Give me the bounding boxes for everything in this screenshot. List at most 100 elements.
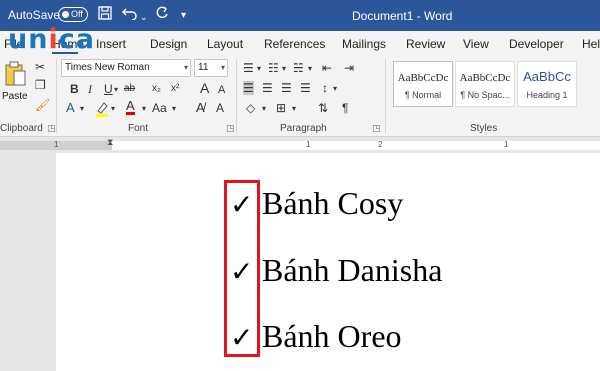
style-no-spacing[interactable]: AaBbCcDc ¶ No Spac... [455, 61, 515, 107]
cut-icon[interactable]: ✂ [35, 60, 45, 74]
styles-group-label: Styles [470, 123, 498, 134]
chevron-down-icon: ▾ [220, 63, 225, 72]
subscript-button[interactable]: x₂ [152, 82, 161, 96]
autosave-label: AutoSave [8, 8, 61, 22]
list-item: ✓ Bánh Danisha [230, 250, 442, 293]
tab-developer[interactable]: Developer [509, 37, 564, 51]
clear-formatting-icon[interactable]: A̸ [196, 101, 205, 115]
chevron-down-icon[interactable]: ▾ [308, 62, 312, 76]
font-size-select[interactable]: 11 ▾ [194, 59, 228, 77]
grow-font-button[interactable]: A [200, 81, 209, 95]
underline-dropdown-icon[interactable]: ▾ [114, 83, 118, 97]
font-name-select[interactable]: Times New Roman ▾ [61, 59, 191, 77]
indent-marker-icon[interactable]: ⧗ [107, 137, 113, 148]
style-sample: AaBbCc [523, 69, 571, 84]
chevron-down-icon[interactable]: ▾ [333, 82, 337, 96]
paragraph-group-label: Paragraph [280, 123, 327, 134]
save-icon[interactable] [98, 6, 112, 23]
tab-help[interactable]: Help [582, 37, 600, 51]
chevron-down-icon[interactable]: ▾ [80, 102, 84, 116]
italic-button[interactable]: I [88, 82, 92, 96]
ruler-strip [112, 141, 600, 150]
shrink-font-button[interactable]: A [218, 83, 225, 97]
superscript-button[interactable]: x² [171, 82, 179, 96]
redo-icon[interactable] [155, 6, 169, 23]
ruler-number: 1 [306, 140, 311, 149]
font-size-value: 11 [198, 62, 209, 73]
list-item-text: Bánh Oreo [262, 318, 402, 354]
font-color-icon[interactable]: A [126, 99, 135, 115]
underline-button[interactable]: U [104, 82, 113, 96]
group-separator [385, 59, 386, 133]
chevron-down-icon: ▾ [183, 63, 188, 72]
toggle-knob [62, 11, 69, 18]
line-spacing-icon[interactable]: ↕ [322, 81, 328, 95]
chevron-down-icon[interactable]: ▾ [172, 102, 176, 116]
tab-view[interactable]: View [463, 37, 489, 51]
group-separator [56, 59, 57, 133]
align-right-icon[interactable]: ☰ [281, 81, 292, 95]
shading-icon[interactable]: ◇ [246, 101, 255, 115]
align-center-icon[interactable]: ☰ [262, 81, 273, 95]
font-name-value: Times New Roman [65, 62, 150, 73]
autosave-toggle[interactable]: Off [58, 7, 88, 22]
paste-icon[interactable] [4, 61, 26, 92]
chevron-down-icon[interactable]: ▾ [142, 102, 146, 116]
tab-layout[interactable]: Layout [207, 37, 243, 51]
change-case-button[interactable]: Aa [152, 101, 167, 115]
autosave-state: Off [71, 9, 83, 19]
style-name: Heading 1 [526, 90, 568, 100]
highlight-icon[interactable] [95, 101, 109, 120]
list-item-text: Bánh Danisha [262, 252, 443, 288]
group-separator [236, 59, 237, 133]
style-sample: AaBbCcDc [459, 72, 511, 84]
chevron-down-icon[interactable]: ▾ [292, 102, 296, 116]
ruler-number: 1 [504, 140, 509, 149]
clipboard-group-label: Clipboard [0, 123, 43, 134]
font-group-label: Font [128, 123, 149, 134]
text-effects-icon[interactable]: A [66, 101, 75, 115]
font-launcher-icon[interactable]: ◳ [226, 123, 235, 134]
tab-mailings[interactable]: Mailings [342, 37, 386, 51]
horizontal-ruler: 1 1 2 1 ⧗ [0, 137, 600, 153]
tab-design[interactable]: Design [150, 37, 187, 51]
chevron-down-icon[interactable]: ▾ [257, 62, 261, 76]
multilevel-list-icon[interactable]: ☵ [293, 61, 304, 75]
unica-logo: unica [8, 24, 95, 55]
format-painter-icon[interactable]: 🖌 [35, 98, 50, 112]
clipboard-launcher-icon[interactable]: ◳ [47, 123, 56, 134]
tab-references[interactable]: References [264, 37, 325, 51]
ruler-number: 1 [54, 140, 59, 149]
increase-indent-icon[interactable]: ⇥ [344, 61, 354, 75]
customize-icon[interactable]: ▾ [181, 8, 186, 24]
show-formatting-icon[interactable]: ¶ [342, 101, 348, 115]
borders-icon[interactable]: ⊞ [276, 101, 286, 115]
bold-button[interactable]: B [70, 82, 79, 96]
style-heading-1[interactable]: AaBbCc Heading 1 [517, 61, 577, 107]
numbering-icon[interactable]: ☷ [268, 61, 279, 75]
chevron-down-icon[interactable]: ▾ [282, 62, 286, 76]
paragraph-launcher-icon[interactable]: ◳ [372, 123, 381, 134]
chevron-down-icon[interactable]: ▾ [262, 102, 266, 116]
undo-icon[interactable] [122, 6, 138, 23]
align-left-icon[interactable]: ☰ [243, 81, 254, 95]
character-shading-icon[interactable]: A [216, 101, 224, 115]
bullets-icon[interactable]: ☰ [243, 61, 254, 75]
style-normal[interactable]: AaBbCcDc ¶ Normal [393, 61, 453, 107]
highlight-box [224, 180, 260, 357]
tab-insert[interactable]: Insert [96, 37, 126, 51]
document-title: Document1 - Word [352, 9, 453, 23]
undo-dropdown-icon[interactable]: ⌄ [140, 9, 148, 25]
style-name: ¶ Normal [404, 90, 442, 100]
copy-icon[interactable]: ❐ [35, 78, 46, 92]
chevron-down-icon[interactable]: ▾ [111, 102, 115, 116]
style-sample: AaBbCcDc [397, 72, 449, 84]
tab-review[interactable]: Review [406, 37, 445, 51]
decrease-indent-icon[interactable]: ⇤ [322, 61, 332, 75]
sort-icon[interactable]: ⇅ [318, 101, 328, 115]
document-page[interactable]: ✓ Bánh Cosy ✓ Bánh Danisha ✓ Bánh Oreo [56, 153, 600, 371]
justify-icon[interactable]: ☰ [300, 81, 311, 95]
strikethrough-button[interactable]: ab [124, 82, 135, 96]
style-name: ¶ No Spac... [460, 90, 510, 100]
paste-label[interactable]: Paste [2, 91, 28, 102]
